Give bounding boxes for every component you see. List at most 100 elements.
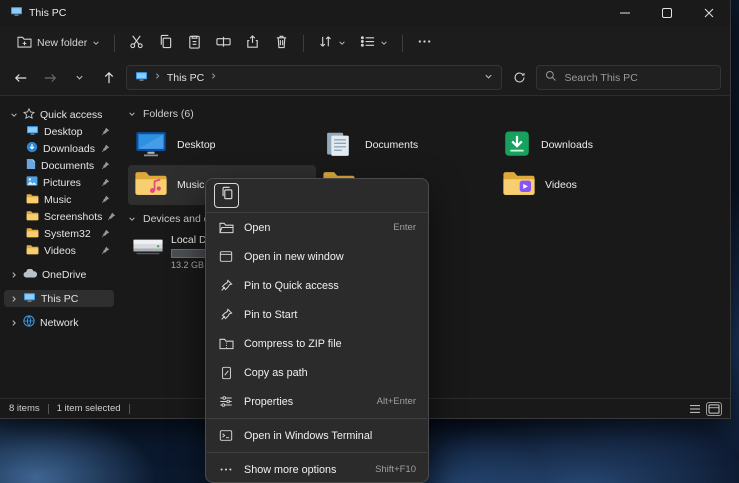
share-icon	[245, 34, 260, 52]
pin-icon	[101, 127, 110, 136]
chevron-down-icon	[92, 39, 100, 47]
breadcrumb-this-pc[interactable]: This PC	[167, 72, 204, 84]
menu-item-copy-as-path[interactable]: Copy as path	[206, 358, 428, 387]
new-folder-button[interactable]: New folder	[10, 30, 107, 56]
menu-item-compress-to-zip[interactable]: Compress to ZIP file	[206, 329, 428, 358]
command-bar: New folder	[0, 26, 730, 60]
chevron-down-icon	[380, 39, 388, 47]
view-button[interactable]	[353, 29, 395, 57]
chevron-down-icon	[128, 110, 136, 118]
chevron-right-icon	[10, 271, 18, 279]
navigation-bar: This PC	[0, 60, 730, 96]
sidebar-item-this-pc[interactable]: This PC	[4, 290, 114, 307]
view-toggles	[688, 403, 721, 415]
maximize-button[interactable]	[646, 0, 688, 26]
sidebar-item-label: Screenshots	[44, 211, 102, 223]
location-icon	[135, 71, 148, 85]
sidebar-item-system32[interactable]: System32	[4, 225, 114, 242]
sidebar-item-documents[interactable]: Documents	[4, 157, 114, 174]
folder-tile-label: Music	[177, 179, 204, 191]
sidebar-item-desktop[interactable]: Desktop	[4, 123, 114, 140]
sidebar-item-downloads[interactable]: Downloads	[4, 140, 114, 157]
sidebar-item-label: Desktop	[44, 126, 83, 138]
folder-icon	[26, 210, 39, 224]
navigation-pane: Quick access Desktop Downloads Documents…	[0, 96, 118, 398]
copy-path-icon	[218, 366, 234, 380]
sidebar-item-screenshots[interactable]: Screenshots	[4, 208, 114, 225]
menu-item-open[interactable]: Open Enter	[206, 213, 428, 242]
close-button[interactable]	[688, 0, 730, 26]
chevron-down-icon	[128, 215, 136, 223]
this-pc-icon	[23, 292, 36, 306]
folders-section-header[interactable]: Folders (6)	[128, 106, 730, 122]
recent-locations-chevron[interactable]	[67, 65, 91, 90]
selection-count: 1 item selected	[57, 403, 121, 414]
address-dropdown-chevron[interactable]	[484, 72, 493, 84]
toolbar-separator	[402, 35, 403, 52]
details-view-button[interactable]	[688, 403, 702, 415]
folder-tile-documents[interactable]: Documents	[316, 125, 496, 165]
copy-quick-action-button[interactable]	[214, 183, 239, 208]
sidebar-item-network[interactable]: Network	[4, 314, 114, 331]
context-menu: Open Enter Open in new window Pin to Qui…	[205, 178, 429, 483]
large-icons-view-button[interactable]	[707, 403, 721, 415]
delete-button[interactable]	[267, 29, 296, 57]
sidebar-item-videos[interactable]: Videos	[4, 242, 114, 259]
sidebar-item-music[interactable]: Music	[4, 191, 114, 208]
search-box[interactable]	[536, 65, 721, 90]
menu-item-shortcut: Enter	[393, 222, 416, 233]
paste-icon	[187, 34, 202, 52]
folder-tile-downloads[interactable]: Downloads	[496, 125, 676, 165]
menu-item-label: Compress to ZIP file	[244, 338, 342, 350]
address-bar[interactable]: This PC	[126, 65, 502, 90]
up-button[interactable]	[97, 65, 121, 90]
paste-button[interactable]	[180, 29, 209, 57]
copy-button[interactable]	[151, 29, 180, 57]
pin-icon	[101, 161, 110, 170]
menu-item-open-in-new-window[interactable]: Open in new window	[206, 242, 428, 271]
more-options-button[interactable]	[410, 29, 439, 57]
menu-item-label: Open in new window	[244, 251, 344, 263]
search-icon	[545, 69, 557, 87]
sidebar-item-label: This PC	[41, 293, 78, 305]
back-button[interactable]	[9, 65, 33, 90]
pin-icon	[101, 246, 110, 255]
onedrive-cloud-icon	[23, 269, 37, 281]
terminal-icon	[218, 429, 234, 442]
refresh-button[interactable]	[507, 65, 531, 90]
search-input[interactable]	[564, 72, 712, 84]
menu-item-show-more-options[interactable]: Show more options Shift+F10	[206, 455, 428, 483]
sidebar-item-onedrive[interactable]: OneDrive	[4, 266, 114, 283]
folder-tile-label: Documents	[365, 139, 418, 151]
sidebar-item-quick-access[interactable]: Quick access	[4, 106, 114, 123]
sidebar-group-gap	[0, 307, 118, 314]
folder-tile-desktop[interactable]: Desktop	[128, 125, 316, 165]
desktop-icon	[134, 130, 168, 161]
menu-item-pin-to-quick-access[interactable]: Pin to Quick access	[206, 271, 428, 300]
minimize-button[interactable]	[604, 0, 646, 26]
menu-item-open-in-windows-terminal[interactable]: Open in Windows Terminal	[206, 421, 428, 450]
menu-item-label: Open in Windows Terminal	[244, 430, 372, 442]
this-pc-icon	[10, 6, 23, 20]
share-button[interactable]	[238, 29, 267, 57]
folder-tile-label: Videos	[545, 179, 577, 191]
rename-button[interactable]	[209, 29, 238, 57]
sidebar-item-label: Documents	[41, 160, 94, 172]
chevron-right-icon	[10, 295, 18, 303]
downloads-icon	[502, 130, 532, 161]
cut-button[interactable]	[122, 29, 151, 57]
pin-icon	[218, 308, 234, 321]
pin-icon	[101, 229, 110, 238]
copy-icon	[220, 186, 234, 205]
window-controls	[604, 0, 730, 26]
sidebar-item-pictures[interactable]: Pictures	[4, 174, 114, 191]
folder-tile-videos[interactable]: Videos	[496, 165, 676, 205]
statusbar-separator	[48, 404, 49, 414]
menu-item-pin-to-start[interactable]: Pin to Start	[206, 300, 428, 329]
forward-button[interactable]	[38, 65, 62, 90]
delete-icon	[274, 34, 289, 52]
statusbar-separator	[129, 404, 130, 414]
menu-item-properties[interactable]: Properties Alt+Enter	[206, 387, 428, 416]
cut-icon	[129, 34, 144, 52]
sort-button[interactable]	[311, 29, 353, 57]
